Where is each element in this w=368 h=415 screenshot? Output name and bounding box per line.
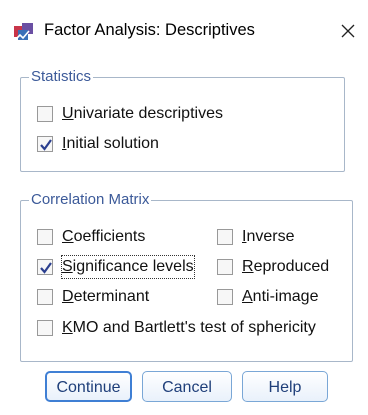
- reproduced-label: eproduced: [253, 258, 330, 275]
- reproduced-checkbox[interactable]: [217, 259, 233, 275]
- inverse-option[interactable]: Inverse: [217, 226, 294, 248]
- correlation-matrix-legend: Correlation Matrix: [29, 190, 152, 210]
- inverse-label: nverse: [246, 228, 295, 245]
- univariate-descriptives-label: nivariate descriptives: [73, 105, 223, 122]
- anti-image-label: nti-image: [252, 288, 319, 305]
- checkmark-icon: [40, 262, 52, 274]
- reproduced-option[interactable]: Reproduced: [217, 256, 329, 278]
- significance-levels-label: ignificance levels: [72, 258, 194, 275]
- title-bar: Factor Analysis: Descriptives: [0, 0, 368, 58]
- correlation-matrix-group: Correlation Matrix Coefficients Signific…: [20, 190, 353, 362]
- mnemonic: U: [62, 105, 74, 122]
- determinant-option[interactable]: Determinant: [37, 286, 149, 308]
- initial-solution-label: nitial solution: [66, 135, 159, 152]
- univariate-descriptives-option[interactable]: Univariate descriptives: [37, 103, 223, 125]
- initial-solution-option[interactable]: Initial solution: [37, 133, 159, 155]
- help-button[interactable]: Help: [242, 371, 328, 402]
- kmo-bartlett-option[interactable]: KMO and Bartlett's test of sphericity: [37, 317, 316, 339]
- determinant-label: eterminant: [73, 288, 150, 305]
- inverse-checkbox[interactable]: [217, 229, 233, 245]
- statistics-group: Statistics Univariate descriptives Initi…: [20, 67, 345, 172]
- continue-button[interactable]: Continue: [45, 371, 132, 402]
- anti-image-checkbox[interactable]: [217, 289, 233, 305]
- mnemonic: D: [62, 288, 74, 305]
- univariate-descriptives-checkbox[interactable]: [37, 106, 53, 122]
- checkmark-icon: [40, 139, 52, 151]
- spss-factor-icon: [13, 23, 33, 42]
- mnemonic: K: [62, 319, 73, 336]
- close-icon[interactable]: [336, 17, 360, 43]
- initial-solution-checkbox[interactable]: [37, 136, 53, 152]
- significance-levels-checkbox[interactable]: [37, 259, 53, 275]
- cancel-button[interactable]: Cancel: [142, 371, 232, 402]
- kmo-bartlett-checkbox[interactable]: [37, 320, 53, 336]
- statistics-legend: Statistics: [29, 67, 94, 87]
- anti-image-option[interactable]: Anti-image: [217, 286, 318, 308]
- dialog-title: Factor Analysis: Descriptives: [44, 21, 255, 39]
- coefficients-label: oefficients: [73, 228, 146, 245]
- mnemonic: C: [62, 228, 74, 245]
- significance-levels-option[interactable]: Significance levels: [37, 255, 195, 279]
- mnemonic: A: [242, 288, 253, 305]
- coefficients-checkbox[interactable]: [37, 229, 53, 245]
- coefficients-option[interactable]: Coefficients: [37, 226, 145, 248]
- determinant-checkbox[interactable]: [37, 289, 53, 305]
- mnemonic: R: [242, 258, 254, 275]
- mnemonic: S: [62, 258, 73, 275]
- kmo-bartlett-label: MO and Bartlett's test of sphericity: [72, 319, 316, 336]
